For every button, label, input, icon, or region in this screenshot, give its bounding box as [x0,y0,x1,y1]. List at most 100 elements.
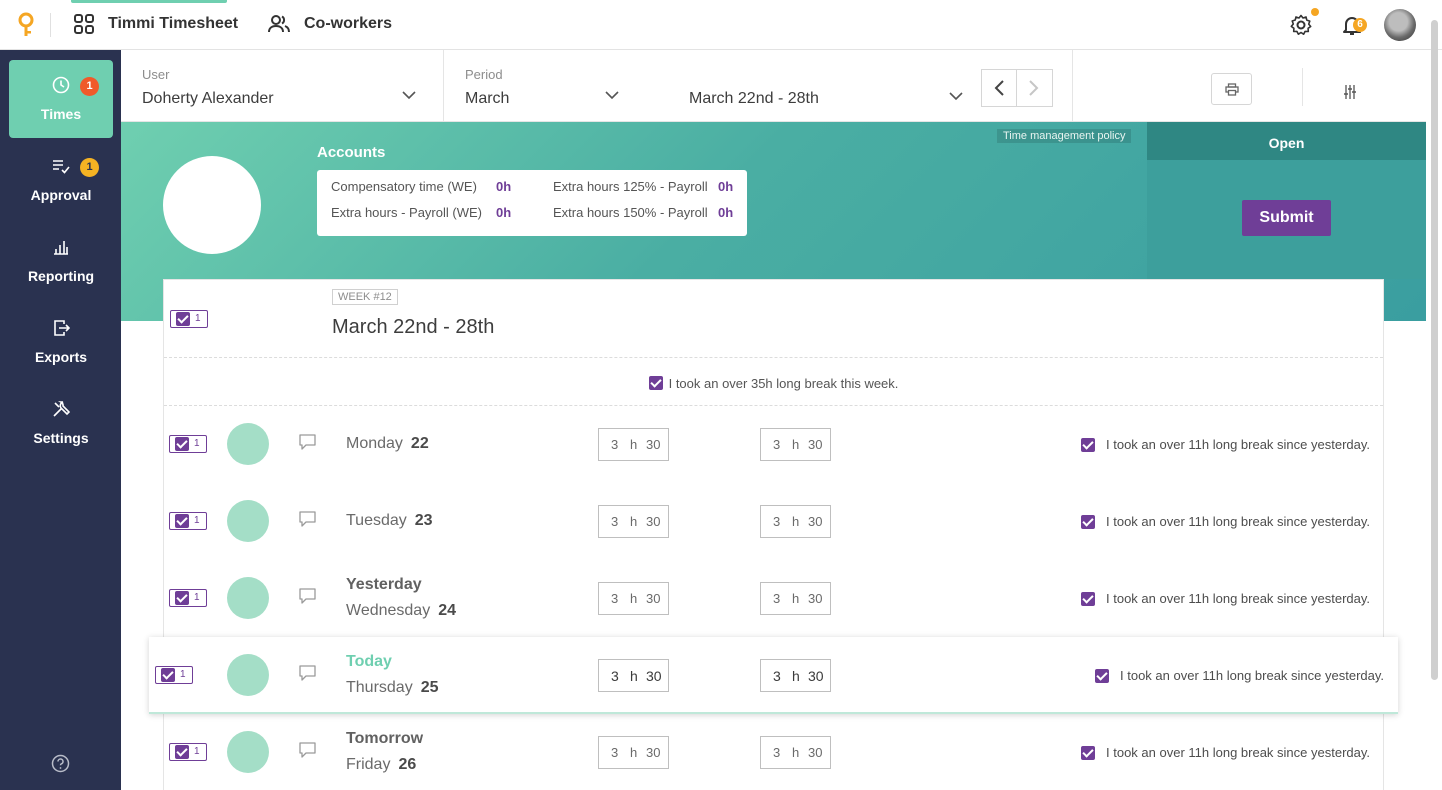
day-status-dot [227,577,269,619]
gear-icon[interactable] [1289,13,1313,37]
checkbox-count: 1 [194,515,200,526]
checkbox[interactable] [648,376,663,390]
period-label: Period [465,67,503,82]
account-label: Extra hours - Payroll (WE) [331,205,482,220]
comment-icon[interactable] [299,588,316,604]
comment-icon[interactable] [299,511,316,527]
help-icon[interactable] [51,754,70,773]
checkbox-count: 1 [194,592,200,603]
export-icon [54,320,70,336]
week-title: March 22nd - 28th [332,316,495,338]
time-input-morning[interactable]: 3 h 30 [598,736,669,769]
sidebar-item-reporting[interactable]: Reporting [9,222,113,300]
checkbox-count: 1 [194,438,200,449]
apps-grid-icon [74,14,94,34]
comment-icon[interactable] [299,742,316,758]
employee-avatar [163,156,261,254]
app-logo-icon[interactable] [16,12,38,38]
day-select-checkbox[interactable]: 1 [169,435,207,453]
user-avatar[interactable] [1384,9,1416,41]
day-name: Tuesday 23 [346,512,433,530]
hours-unit: h [630,591,638,606]
tools-icon [53,401,70,417]
day-label: Thursday [346,679,413,696]
daily-break-checkbox[interactable] [1081,515,1095,529]
hours-unit: h [792,437,800,452]
sidebar-item-times[interactable]: 1 Times [9,60,113,138]
bar-chart-icon [54,241,68,255]
filters-sliders-icon[interactable] [1343,84,1357,100]
daily-break-checkbox[interactable] [1081,592,1095,606]
sidebar-item-settings[interactable]: Settings [9,384,113,462]
comment-icon[interactable] [299,665,316,681]
times-badge: 1 [80,77,99,96]
day-name: Thursday 25 [346,679,439,697]
time-input-afternoon[interactable]: 3 h 30 [760,659,831,692]
checkbox [161,668,175,682]
time-input-morning[interactable]: 3 h 30 [598,428,669,461]
day-name: Wednesday 24 [346,602,456,620]
minutes-value: 30 [646,437,661,452]
clock-icon [52,76,70,94]
comment-icon[interactable] [299,434,316,450]
hours-unit: h [630,514,638,529]
print-button[interactable] [1211,73,1252,105]
sidebar-item-label: Settings [33,430,89,446]
nav-label: Timmi Timesheet [108,15,239,32]
time-input-morning[interactable]: 3 h 30 [598,505,669,538]
previous-week-button[interactable] [981,69,1017,107]
checkbox [175,514,189,528]
sidebar-item-approval[interactable]: 1 Approval [9,141,113,219]
time-management-policy-link[interactable]: Time management policy [997,129,1132,143]
chevron-right-icon [1029,80,1039,96]
account-value: 0h [496,205,512,220]
week-break-toggle[interactable]: I took an over 35h long break this week. [164,376,1383,391]
daily-break-label: I took an over 11h long break since yest… [1120,668,1385,683]
hours-value: 3 [773,514,781,529]
time-input-morning[interactable]: 3 h 30 [598,659,669,692]
day-select-checkbox[interactable]: 1 [155,666,193,684]
time-input-morning[interactable]: 3 h 30 [598,582,669,615]
daily-break-label: I took an over 11h long break since yest… [1106,745,1371,760]
sidebar-item-label: Exports [34,349,88,365]
next-week-button[interactable] [1017,69,1053,107]
day-select-checkbox[interactable]: 1 [169,743,207,761]
time-input-afternoon[interactable]: 3 h 30 [760,582,831,615]
nav-timmi-timesheet[interactable]: Timmi Timesheet [74,14,238,34]
period-select[interactable]: March [465,90,509,108]
chevron-down-icon[interactable] [949,91,963,101]
chevron-down-icon[interactable] [402,90,416,100]
time-input-afternoon[interactable]: 3 h 30 [760,428,831,461]
sidebar-item-exports[interactable]: Exports [9,303,113,381]
users-icon [268,15,290,33]
chevron-down-icon[interactable] [605,90,619,100]
week-select-checkbox[interactable]: 1 [170,310,208,328]
range-select[interactable]: March 22nd - 28th [689,90,819,108]
divider [443,50,444,122]
minutes-value: 30 [646,514,661,529]
day-select-checkbox[interactable]: 1 [169,512,207,530]
scrollbar[interactable] [1431,20,1438,680]
daily-break-checkbox[interactable] [1081,746,1095,760]
submit-button[interactable]: Submit [1242,200,1331,236]
nav-label: Co-workers [304,15,393,32]
settings-alert-dot [1311,8,1319,16]
accounts-title: Accounts [317,144,386,161]
daily-break-checkbox[interactable] [1081,438,1095,452]
day-relative-label: Today [346,653,392,670]
sidebar-item-label: Approval [30,187,92,203]
user-label: User [142,67,170,82]
time-input-afternoon[interactable]: 3 h 30 [760,505,831,538]
day-select-checkbox[interactable]: 1 [169,589,207,607]
daily-break-checkbox[interactable] [1095,669,1109,683]
checkbox [175,591,189,605]
day-status-dot [227,500,269,542]
nav-coworkers[interactable]: Co-workers [268,14,392,34]
checkbox-count: 1 [194,746,200,757]
user-select[interactable]: Doherty Alexander [142,90,274,108]
week-break-label: I took an over 35h long break this week. [668,376,899,391]
day-row-monday: 1 Monday 22 3 h 30 3 h 30 I took an over 11h … [163,406,1384,483]
day-name: Monday 22 [346,435,429,453]
checkbox [176,312,190,326]
time-input-afternoon[interactable]: 3 h 30 [760,736,831,769]
